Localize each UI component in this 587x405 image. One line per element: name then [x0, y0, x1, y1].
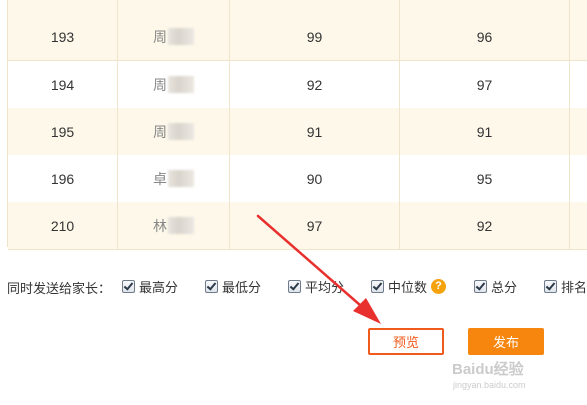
table-row: 194 周 92 97 [8, 61, 587, 109]
option-total-score[interactable]: 总分 [474, 276, 517, 296]
score-cell: 90 [230, 155, 400, 202]
score-cell: 91 [400, 108, 570, 155]
option-rank[interactable]: 排名 [544, 276, 587, 296]
option-label: 排名 [561, 279, 587, 295]
score-cell: 95 [400, 155, 570, 202]
id-cell: 193 [8, 13, 118, 60]
name-cell: 周 [118, 13, 230, 60]
checkbox-checked-icon[interactable] [122, 279, 135, 293]
name-redaction [168, 123, 194, 140]
option-average-score[interactable]: 平均分 [288, 276, 344, 296]
help-icon[interactable]: ? [431, 278, 447, 294]
table-row: 195 周 91 91 [8, 108, 587, 156]
checkbox-checked-icon[interactable] [371, 279, 384, 293]
score-cell: 99 [230, 13, 400, 60]
name-text: 周 [153, 28, 167, 45]
send-to-parents-label: 同时发送给家长： [7, 281, 112, 296]
checkbox-checked-icon[interactable] [205, 279, 218, 293]
id-cell [8, 0, 118, 13]
option-label: 平均分 [305, 279, 345, 295]
watermark-url: jingyan.baidu.com [453, 380, 526, 390]
name-text: 卓 [153, 170, 167, 187]
option-label: 总分 [491, 279, 518, 295]
score-cell [570, 13, 587, 60]
option-label: 中位数 [388, 279, 428, 295]
checkbox-checked-icon[interactable] [544, 279, 557, 293]
name-redaction [168, 217, 194, 234]
score-cell: 92 [230, 61, 400, 108]
name-redaction [168, 170, 194, 187]
option-min-score[interactable]: 最低分 [205, 276, 261, 296]
preview-button[interactable]: 预览 [368, 328, 444, 355]
id-cell: 194 [8, 61, 118, 108]
score-cell [570, 108, 587, 155]
option-label: 最高分 [139, 279, 179, 295]
name-cell: 林 [118, 202, 230, 249]
name-cell: 周 [118, 108, 230, 155]
score-cell [230, 0, 400, 13]
parent-send-options: 同时发送给家长： 最高分 最低分 平均分 中位数 ? 总分 排名 [7, 276, 587, 296]
score-cell [570, 0, 587, 13]
score-cell: 97 [230, 202, 400, 249]
name-text: 周 [153, 76, 167, 93]
checkbox-checked-icon[interactable] [288, 279, 301, 293]
arrow-head [353, 298, 381, 324]
name-text: 周 [153, 123, 167, 140]
score-cell: 91 [230, 108, 400, 155]
checkbox-checked-icon[interactable] [474, 279, 487, 293]
score-cell [570, 61, 587, 108]
table-row: 193 周 99 96 [8, 13, 587, 61]
score-cell: 97 [400, 61, 570, 108]
id-cell: 210 [8, 202, 118, 249]
watermark-logo: Baidu经验 [452, 361, 524, 378]
table-row: 196 卓 90 95 [8, 155, 587, 203]
name-text: 林 [153, 217, 167, 234]
option-label: 最低分 [222, 279, 262, 295]
score-cell: 96 [400, 13, 570, 60]
score-cell [570, 202, 587, 249]
id-cell: 196 [8, 155, 118, 202]
score-cell: 92 [400, 202, 570, 249]
name-cell: 周 [118, 61, 230, 108]
id-cell: 195 [8, 108, 118, 155]
publish-button[interactable]: 发布 [468, 328, 544, 355]
option-max-score[interactable]: 最高分 [122, 276, 178, 296]
table-row [8, 0, 587, 14]
score-table: 193 周 99 96 194 周 92 97 195 周 91 91 196 … [7, 0, 587, 250]
name-redaction [168, 76, 194, 93]
score-cell [400, 0, 570, 13]
name-cell: 卓 [118, 155, 230, 202]
name-redaction [168, 28, 194, 45]
option-median[interactable]: 中位数 ? [371, 276, 447, 296]
table-row: 210 林 97 92 [8, 202, 587, 250]
score-cell [570, 155, 587, 202]
name-cell [118, 0, 230, 13]
